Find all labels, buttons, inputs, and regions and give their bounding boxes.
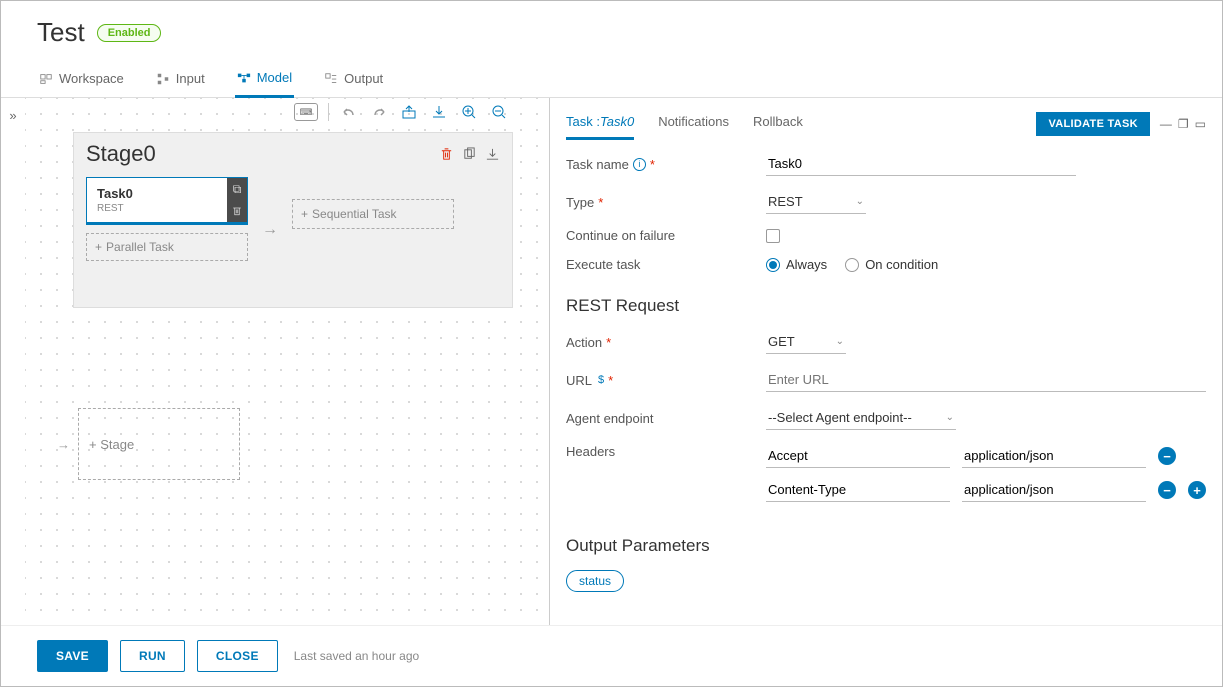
tab-output[interactable]: Output	[322, 64, 385, 97]
info-icon[interactable]: i	[633, 158, 646, 171]
continue-checkbox[interactable]	[766, 229, 780, 243]
redo-icon[interactable]	[369, 102, 389, 122]
validate-task-button[interactable]: VALIDATE TASK	[1036, 112, 1149, 136]
task-card-name: Task0	[97, 186, 217, 201]
canvas-toolbar: ⌨	[294, 102, 509, 122]
subtab-rollback[interactable]: Rollback	[753, 108, 803, 140]
chevron-down-icon: ⌄	[836, 336, 844, 347]
page-header: Test Enabled	[1, 1, 1222, 56]
header-key-input[interactable]	[766, 444, 950, 468]
header-row: −	[766, 444, 1206, 468]
headers-label: Headers	[566, 444, 766, 459]
tab-model-label: Model	[257, 70, 292, 85]
variable-icon[interactable]: $	[598, 374, 604, 386]
last-saved-text: Last saved an hour ago	[294, 649, 419, 663]
tab-input[interactable]: Input	[154, 64, 207, 97]
keyboard-icon[interactable]: ⌨	[294, 103, 318, 121]
task-name-input[interactable]	[766, 152, 1076, 176]
close-button[interactable]: CLOSE	[197, 640, 278, 672]
chevron-down-icon: ⌄	[946, 412, 954, 423]
plus-icon: +	[89, 437, 100, 452]
expand-handle[interactable]: »	[1, 98, 25, 625]
remove-header-icon[interactable]: −	[1158, 447, 1176, 465]
sequence-arrow-icon: →	[262, 221, 278, 239]
header-value-input[interactable]	[962, 478, 1146, 502]
import-stage-icon[interactable]	[485, 147, 500, 162]
copy-task-icon[interactable]: ⧉	[227, 178, 247, 200]
task-card[interactable]: Task0 REST ⧉	[86, 177, 248, 225]
execute-label: Execute task	[566, 257, 766, 272]
agent-label: Agent endpoint	[566, 411, 766, 426]
header-key-input[interactable]	[766, 478, 950, 502]
tab-workspace[interactable]: Workspace	[37, 64, 126, 97]
task-card-type: REST	[97, 203, 217, 214]
continue-label: Continue on failure	[566, 228, 766, 243]
output-section-title: Output Parameters	[566, 536, 1206, 556]
canvas[interactable]: Stage0 Task0 REST	[25, 98, 549, 625]
rest-section-title: REST Request	[566, 296, 1206, 316]
tab-output-label: Output	[344, 71, 383, 86]
footer: SAVE RUN CLOSE Last saved an hour ago	[1, 625, 1222, 686]
output-icon	[324, 72, 338, 86]
radio-dot-checked	[766, 258, 780, 272]
tab-input-label: Input	[176, 71, 205, 86]
type-label: Type	[566, 195, 594, 210]
workspace-icon	[39, 72, 53, 86]
import-icon[interactable]	[429, 102, 449, 122]
zoom-in-icon[interactable]	[459, 102, 479, 122]
action-select[interactable]: GET ⌄	[766, 330, 846, 354]
delete-task-icon[interactable]	[227, 200, 247, 222]
radio-always[interactable]: Always	[766, 257, 827, 272]
remove-header-icon[interactable]: −	[1158, 481, 1176, 499]
header-row: − +	[766, 478, 1206, 502]
add-header-icon[interactable]: +	[1188, 481, 1206, 499]
tab-workspace-label: Workspace	[59, 71, 124, 86]
page-title: Test	[37, 17, 85, 48]
minimize-icon[interactable]: —	[1160, 117, 1172, 131]
task-name-label: Task name	[566, 157, 629, 172]
restore-icon[interactable]: ❐	[1178, 117, 1189, 131]
details-panel: Task :Task0 Notifications Rollback VALID…	[550, 98, 1222, 625]
radio-on-condition[interactable]: On condition	[845, 257, 938, 272]
subtab-task[interactable]: Task :Task0	[566, 108, 634, 140]
chevron-down-icon: ⌄	[856, 196, 864, 207]
zoom-out-icon[interactable]	[489, 102, 509, 122]
type-select[interactable]: REST ⌄	[766, 190, 866, 214]
subtab-notifications[interactable]: Notifications	[658, 108, 729, 140]
stage-arrow-icon: →	[57, 437, 70, 452]
model-icon	[237, 71, 251, 85]
add-parallel-task[interactable]: + Parallel Task	[86, 233, 248, 261]
plus-icon: +	[95, 240, 102, 254]
maximize-icon[interactable]: ▭	[1195, 117, 1206, 131]
undo-icon[interactable]	[339, 102, 359, 122]
run-button[interactable]: RUN	[120, 640, 185, 672]
add-sequential-task[interactable]: + Sequential Task	[292, 199, 454, 229]
output-param-pill[interactable]: status	[566, 570, 624, 592]
action-label: Action	[566, 335, 602, 350]
add-stage[interactable]: + Stage	[78, 408, 240, 480]
export-icon[interactable]	[399, 102, 419, 122]
url-label: URL	[566, 373, 592, 388]
copy-stage-icon[interactable]	[462, 147, 477, 162]
header-value-input[interactable]	[962, 444, 1146, 468]
input-icon	[156, 72, 170, 86]
tab-model[interactable]: Model	[235, 64, 294, 98]
canvas-area: ⌨ Stage0	[25, 98, 550, 625]
stage-title: Stage0	[86, 141, 156, 167]
radio-dot	[845, 258, 859, 272]
stage-container[interactable]: Stage0 Task0 REST	[73, 132, 513, 308]
status-badge: Enabled	[97, 24, 162, 42]
agent-select[interactable]: --Select Agent endpoint-- ⌄	[766, 406, 956, 430]
delete-stage-icon[interactable]	[439, 147, 454, 162]
save-button[interactable]: SAVE	[37, 640, 108, 672]
url-input[interactable]	[766, 368, 1206, 392]
plus-icon: +	[301, 207, 308, 221]
main-tabs: Workspace Input Model Output	[1, 56, 1222, 98]
